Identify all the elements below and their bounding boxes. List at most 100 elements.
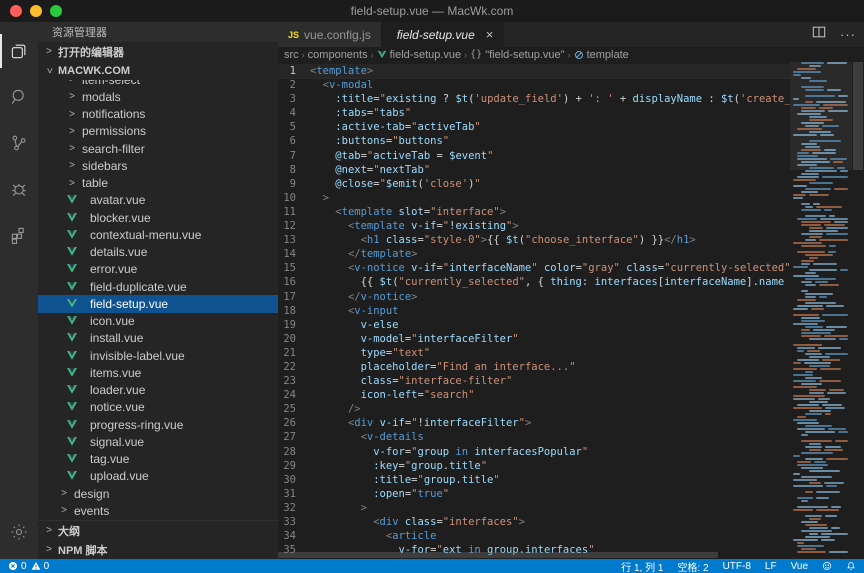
tree-item-design[interactable]: >design [38, 485, 278, 502]
tree-item-invisible-label.vue[interactable]: invisible-label.vue [38, 347, 278, 364]
eol-sequence[interactable]: LF [765, 561, 777, 572]
tab-field-setup-vue[interactable]: field-setup.vue × [382, 22, 505, 47]
code-line-32[interactable]: 32 > [278, 501, 790, 515]
code-line-24[interactable]: 24 icon-left="search" [278, 388, 790, 402]
code-line-14[interactable]: 14 </template> [278, 247, 790, 261]
code-line-12[interactable]: 12 <template v-if="!existing"> [278, 219, 790, 233]
code-line-26[interactable]: 26 <div v-if="!interfaceFilter"> [278, 416, 790, 430]
line-text: @next="nextTab" [310, 163, 790, 177]
tree-item-avatar.vue[interactable]: avatar.vue [38, 192, 278, 209]
code-line-4[interactable]: 4 :tabs="tabs" [278, 106, 790, 120]
tree-item-icon.vue[interactable]: icon.vue [38, 313, 278, 330]
code-line-29[interactable]: 29 :key="group.title" [278, 459, 790, 473]
tree-item-error.vue[interactable]: error.vue [38, 261, 278, 278]
code-line-7[interactable]: 7 @tab="activeTab = $event" [278, 149, 790, 163]
code-line-15[interactable]: 15 <v-notice v-if="interfaceName" color=… [278, 261, 790, 275]
tree-item-tag.vue[interactable]: tag.vue [38, 451, 278, 468]
extensions-icon[interactable] [0, 212, 38, 258]
tree-item-blocker.vue[interactable]: blocker.vue [38, 209, 278, 226]
code-line-13[interactable]: 13 <h1 class="style-0">{{ $t("choose_int… [278, 233, 790, 247]
settings-gear-icon[interactable] [0, 509, 38, 555]
notifications-bell-icon[interactable] [846, 561, 856, 571]
tree-item-notifications[interactable]: >notifications [38, 106, 278, 123]
code-line-20[interactable]: 20 v-model="interfaceFilter" [278, 332, 790, 346]
outline-section[interactable]: > 大纲 [38, 521, 278, 540]
close-window-button[interactable] [10, 5, 22, 17]
maximize-window-button[interactable] [50, 5, 62, 17]
code-line-8[interactable]: 8 @next="nextTab" [278, 163, 790, 177]
code-line-33[interactable]: 33 <div class="interfaces"> [278, 515, 790, 529]
code-line-10[interactable]: 10 > [278, 191, 790, 205]
code-line-27[interactable]: 27 <v-details [278, 430, 790, 444]
code-line-31[interactable]: 31 :open="true" [278, 487, 790, 501]
code-line-28[interactable]: 28 v-for="group in interfacesPopular" [278, 445, 790, 459]
breadcrumb-template-symbol[interactable]: template [574, 49, 629, 61]
tree-item-item-select[interactable]: >item-select [38, 80, 278, 88]
code-line-5[interactable]: 5 :active-tab="activeTab" [278, 120, 790, 134]
feedback-smiley-icon[interactable] [822, 561, 832, 571]
code-line-6[interactable]: 6 :buttons="buttons" [278, 134, 790, 148]
tree-item-search-filter[interactable]: >search-filter [38, 140, 278, 157]
code-editor[interactable]: 1<template>2 <v-modal3 :title="existing … [278, 62, 864, 559]
code-line-2[interactable]: 2 <v-modal [278, 78, 790, 92]
source-control-icon[interactable] [0, 120, 38, 166]
more-actions-icon[interactable]: ··· [840, 27, 856, 42]
tree-item-contextual-menu.vue[interactable]: contextual-menu.vue [38, 226, 278, 243]
tree-item-permissions[interactable]: >permissions [38, 123, 278, 140]
code-line-9[interactable]: 9 @close="$emit('close')" [278, 177, 790, 191]
code-line-1[interactable]: 1<template> [278, 64, 790, 78]
npm-scripts-section[interactable]: > NPM 脚本 [38, 540, 278, 559]
code-line-34[interactable]: 34 <article [278, 529, 790, 543]
tree-item-modals[interactable]: >modals [38, 88, 278, 105]
code-line-17[interactable]: 17 </v-notice> [278, 290, 790, 304]
vertical-scrollbar[interactable] [852, 62, 864, 559]
code-line-23[interactable]: 23 class="interface-filter" [278, 374, 790, 388]
breadcrumb-module[interactable]: {} "field-setup.vue" [470, 49, 564, 61]
breadcrumb-components[interactable]: components [308, 49, 368, 61]
tree-item-details.vue[interactable]: details.vue [38, 244, 278, 261]
problems-errors[interactable]: 0 [8, 561, 27, 572]
problems-warnings[interactable]: 0 [31, 561, 50, 572]
code-line-3[interactable]: 3 :title="existing ? $t('update_field') … [278, 92, 790, 106]
split-editor-icon[interactable] [812, 25, 826, 44]
search-icon[interactable] [0, 74, 38, 120]
horizontal-scrollbar[interactable] [278, 552, 790, 558]
tree-item-field-setup.vue[interactable]: field-setup.vue [38, 295, 278, 312]
code-line-18[interactable]: 18 <v-input [278, 304, 790, 318]
tree-item-signal.vue[interactable]: signal.vue [38, 433, 278, 450]
close-tab-icon[interactable]: × [486, 27, 494, 42]
minimize-window-button[interactable] [30, 5, 42, 17]
open-editors-section[interactable]: > 打开的编辑器 [38, 42, 278, 61]
tree-item-label: tag.vue [90, 452, 129, 466]
code-line-22[interactable]: 22 placeholder="Find an interface..." [278, 360, 790, 374]
cursor-position[interactable]: 行 1, 列 1 [621, 559, 663, 573]
tab-vue-config-js[interactable]: JS vue.config.js [278, 22, 382, 47]
encoding[interactable]: UTF-8 [723, 561, 751, 572]
line-text: :open="true" [310, 487, 790, 501]
tree-item-events[interactable]: >events [38, 502, 278, 519]
explorer-icon[interactable] [0, 28, 38, 74]
tree-item-sidebars[interactable]: >sidebars [38, 157, 278, 174]
tree-item-loader.vue[interactable]: loader.vue [38, 382, 278, 399]
tree-item-notice.vue[interactable]: notice.vue [38, 399, 278, 416]
tree-item-field-duplicate.vue[interactable]: field-duplicate.vue [38, 278, 278, 295]
tree-item-upload.vue[interactable]: upload.vue [38, 468, 278, 485]
tree-item-table[interactable]: >table [38, 175, 278, 192]
tree-item-label: loader.vue [90, 383, 145, 397]
tree-item-install.vue[interactable]: install.vue [38, 330, 278, 347]
breadcrumb-src[interactable]: src [284, 49, 299, 61]
code-line-16[interactable]: 16 {{ $t("currently_selected", { thing: … [278, 275, 790, 289]
code-line-11[interactable]: 11 <template slot="interface"> [278, 205, 790, 219]
indentation[interactable]: 空格: 2 [677, 559, 708, 573]
code-line-21[interactable]: 21 type="text" [278, 346, 790, 360]
minimap[interactable] [790, 62, 852, 559]
tree-item-items.vue[interactable]: items.vue [38, 364, 278, 381]
debug-icon[interactable] [0, 166, 38, 212]
workspace-root-section[interactable]: > MACWK.COM [38, 61, 278, 80]
code-line-19[interactable]: 19 v-else [278, 318, 790, 332]
tree-item-progress-ring.vue[interactable]: progress-ring.vue [38, 416, 278, 433]
code-line-30[interactable]: 30 :title="group.title" [278, 473, 790, 487]
breadcrumb-file[interactable]: field-setup.vue [377, 49, 462, 61]
language-mode[interactable]: Vue [791, 561, 808, 572]
code-line-25[interactable]: 25 /> [278, 402, 790, 416]
